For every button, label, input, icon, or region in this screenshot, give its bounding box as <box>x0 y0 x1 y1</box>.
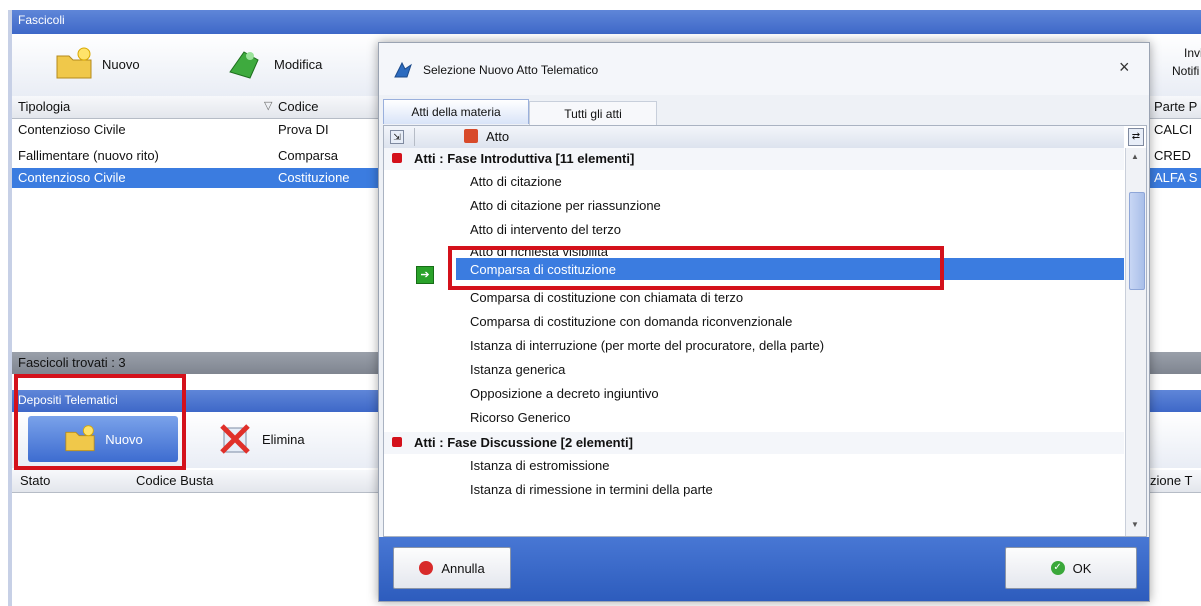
list-item[interactable]: Atto di citazione per riassunzione <box>470 198 661 213</box>
list-item[interactable]: Ricorso Generico <box>470 410 570 425</box>
act-icon <box>464 129 478 143</box>
col-codice-busta[interactable]: Codice Busta <box>136 473 213 488</box>
col-codice[interactable]: Codice <box>278 99 318 114</box>
delete-deposit-button[interactable]: Elimina <box>218 422 305 456</box>
check-icon: ✓ <box>1050 561 1065 575</box>
group-label: Atti : Fase Introduttiva [11 elementi] <box>414 151 635 166</box>
acts-grid: ⇲ Atto ⇄ Atti : Fase Introduttiva [11 el… <box>383 125 1147 537</box>
edit-fascicolo-label: Modifica <box>274 56 323 72</box>
group-row-discussione[interactable]: Atti : Fase Discussione [2 elementi] <box>384 432 1124 454</box>
tab-atti-materia[interactable]: Atti della materia <box>383 99 529 124</box>
dialog-app-icon <box>394 61 412 78</box>
cell-parte: CRED <box>1154 148 1191 163</box>
fascicoli-count: Fascicoli trovati : 3 <box>18 355 126 370</box>
cancel-button[interactable]: Annulla <box>393 547 511 589</box>
tab-tutti-atti-label: Tutti gli atti <box>564 107 622 121</box>
col-trasmissione[interactable]: zione T <box>1150 473 1192 488</box>
edit-icon <box>229 51 259 79</box>
scroll-up-icon[interactable]: ▲ <box>1131 152 1139 161</box>
send-notify-label-2[interactable]: Notifi <box>1172 64 1199 78</box>
scrollbar-thumb[interactable] <box>1129 192 1145 290</box>
dialog-title-bar: Selezione Nuovo Atto Telematico × <box>379 43 1149 95</box>
tab-atti-materia-label: Atti della materia <box>411 105 501 119</box>
vertical-scrollbar[interactable]: ▲ ▼ <box>1125 148 1146 536</box>
header-divider <box>414 128 415 146</box>
list-item[interactable]: Istanza di estromissione <box>470 458 609 473</box>
folder-new-icon <box>56 47 92 79</box>
cell-parte: ALFA S <box>1154 170 1198 185</box>
dialog-title: Selezione Nuovo Atto Telematico <box>423 63 599 77</box>
group-label: Atti : Fase Discussione [2 elementi] <box>414 435 633 450</box>
cell-codice: Costituzione <box>278 170 350 185</box>
close-icon[interactable]: × <box>1119 57 1130 78</box>
fascicoli-title-bar: Fascicoli <box>12 10 1201 34</box>
list-item[interactable]: Comparsa di costituzione con chiamata di… <box>470 290 743 305</box>
list-item[interactable]: Istanza generica <box>470 362 565 377</box>
dialog-footer: Annulla ✓ OK <box>379 537 1149 601</box>
delete-icon <box>220 424 250 454</box>
fascicoli-title: Fascicoli <box>18 13 65 27</box>
group-row-introduttiva[interactable]: Atti : Fase Introduttiva [11 elementi] <box>384 148 1124 170</box>
cell-parte: CALCI <box>1154 122 1193 137</box>
list-item[interactable]: Atto di citazione <box>470 174 562 189</box>
ok-button[interactable]: ✓ OK <box>1005 547 1137 589</box>
list-item[interactable]: Opposizione a decreto ingiuntivo <box>470 386 659 401</box>
list-item[interactable]: Istanza di rimessione in termini della p… <box>470 482 713 497</box>
send-notify-label-1[interactable]: Invio <box>1184 46 1201 60</box>
collapse-icon[interactable] <box>392 437 402 447</box>
new-fascicolo-button[interactable]: Nuovo <box>54 46 140 82</box>
tab-tutti-atti[interactable]: Tutti gli atti <box>529 101 657 126</box>
col-stato[interactable]: Stato <box>20 473 50 488</box>
cell-codice: Prova DI <box>278 122 329 137</box>
list-item[interactable]: Istanza di interruzione (per morte del p… <box>470 338 824 353</box>
cancel-icon <box>419 561 434 575</box>
cell-codice: Comparsa <box>278 148 338 163</box>
acts-grid-header: ⇲ Atto <box>384 126 1124 149</box>
scroll-down-icon[interactable]: ▼ <box>1131 520 1139 529</box>
expand-all-icon[interactable]: ⇲ <box>390 130 404 144</box>
cell-tipologia: Fallimentare (nuovo rito) <box>18 148 159 163</box>
filter-icon[interactable]: ▽ <box>264 99 272 112</box>
col-parte[interactable]: Parte P <box>1154 99 1197 114</box>
new-act-dialog: Selezione Nuovo Atto Telematico × Atti d… <box>378 42 1150 602</box>
highlight-box-new-deposit <box>14 374 186 470</box>
col-atto[interactable]: Atto <box>486 129 509 144</box>
cell-tipologia: Contenzioso Civile <box>18 122 126 137</box>
cancel-label: Annulla <box>441 560 485 576</box>
collapse-icon[interactable] <box>392 153 402 163</box>
cell-tipologia: Contenzioso Civile <box>18 170 126 185</box>
col-tipologia[interactable]: Tipologia <box>18 99 70 114</box>
dialog-tabs: Atti della materia Tutti gli atti <box>379 95 1149 126</box>
column-chooser-icon[interactable]: ⇄ <box>1128 128 1144 146</box>
new-fascicolo-label: Nuovo <box>102 56 140 72</box>
highlight-box-comparsa <box>448 246 944 290</box>
edit-fascicolo-button[interactable]: Modifica <box>226 46 322 82</box>
delete-deposit-label: Elimina <box>262 431 305 447</box>
list-item[interactable]: Atto di intervento del terzo <box>470 222 621 237</box>
current-row-arrow-icon: ➔ <box>416 266 434 284</box>
ok-label: OK <box>1072 560 1092 576</box>
list-item[interactable]: Comparsa di costituzione con domanda ric… <box>470 314 792 329</box>
